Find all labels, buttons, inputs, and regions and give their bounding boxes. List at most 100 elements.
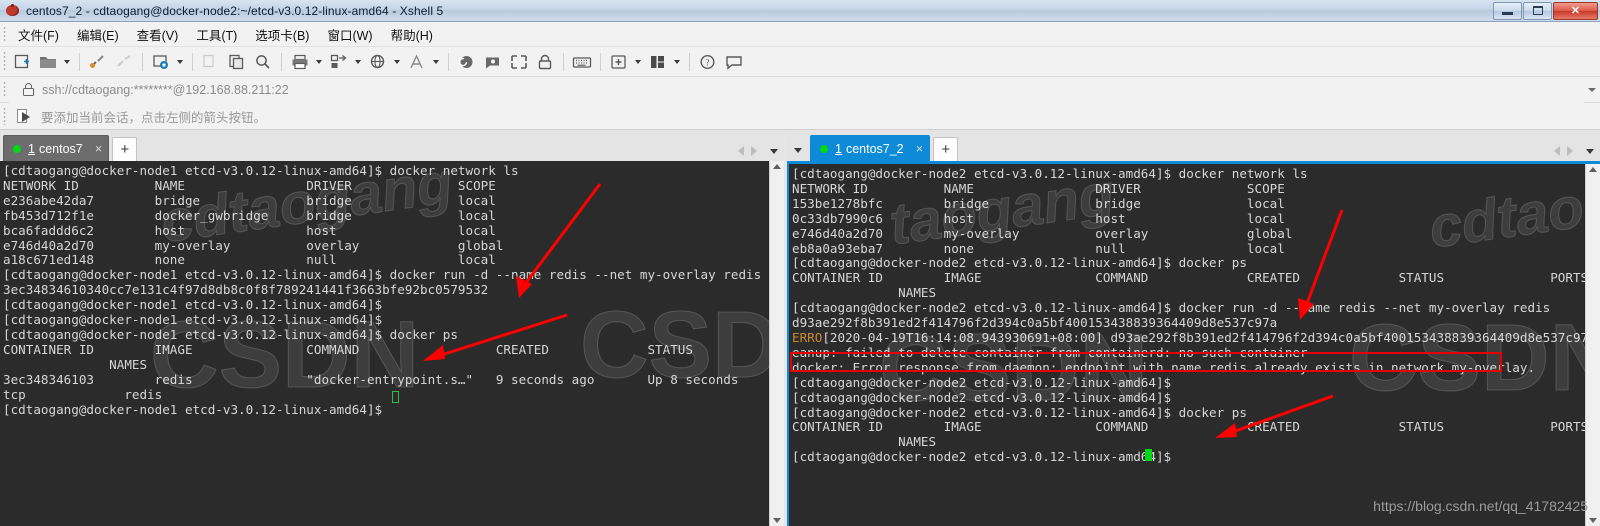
tab-scroll-right-icon[interactable] — [751, 146, 757, 156]
tab-scroll-left-icon[interactable] — [738, 146, 744, 156]
session-properties-icon[interactable] — [149, 50, 173, 74]
disconnect-icon[interactable] — [112, 50, 136, 74]
new-tab-icon[interactable] — [607, 50, 631, 74]
menu-file[interactable]: 文件(F) — [9, 22, 68, 47]
new-tab-dropdown-icon[interactable] — [632, 50, 643, 74]
web-icon[interactable] — [366, 50, 390, 74]
transfer-dropdown-icon[interactable] — [352, 50, 363, 74]
error-level-tag: ERRO — [792, 329, 823, 345]
print-dropdown-icon[interactable] — [313, 50, 324, 74]
terminal-text-right: [cdtaogang@docker-node2 etcd-v3.0.12-lin… — [792, 166, 1585, 465]
scrollbar-right[interactable] — [1585, 164, 1600, 526]
toolbar: ? — [0, 47, 1600, 77]
open-folder-icon[interactable] — [36, 50, 60, 74]
terminal-wrap-left: [cdtaogang@docker-node1 etcd-v3.0.12-lin… — [0, 161, 784, 526]
tab-nav-left — [738, 146, 778, 156]
layout-dropdown-icon[interactable] — [671, 50, 682, 74]
tab-index: 1 — [28, 141, 35, 156]
address-input[interactable]: ssh://cdtaogang:********@192.168.88.211:… — [9, 76, 1584, 103]
connect-icon[interactable] — [86, 50, 110, 74]
close-button[interactable]: ✕ — [1553, 1, 1598, 20]
address-value: ssh://cdtaogang:********@192.168.88.211:… — [42, 82, 289, 97]
tab-label: centos7 — [38, 141, 83, 156]
hint-gripper[interactable] — [0, 103, 9, 129]
new-tab-button-right[interactable]: + — [933, 137, 959, 161]
terminal-wrap-right: [cdtaogang@docker-node2 etcd-v3.0.12-lin… — [787, 161, 1600, 526]
fullscreen-icon[interactable] — [507, 50, 531, 74]
scroll-up-icon-right[interactable] — [1589, 167, 1597, 172]
menu-help[interactable]: 帮助(H) — [382, 22, 442, 47]
menu-tabs[interactable]: 选项卡(B) — [246, 22, 318, 47]
add-session-icon[interactable] — [17, 108, 34, 124]
tab-scroll-right-icon[interactable] — [1567, 146, 1573, 156]
toolbar-separator-8 — [689, 52, 690, 71]
transfer-icon[interactable] — [327, 50, 351, 74]
tab-status-dot — [820, 144, 828, 153]
toolbar-separator-2 — [142, 52, 143, 71]
chat-icon[interactable] — [481, 50, 505, 74]
tab-list-dropdown-icon-right-leading[interactable] — [794, 148, 802, 153]
font-dropdown-icon[interactable] — [430, 50, 441, 74]
tab-close-icon[interactable]: × — [95, 142, 103, 155]
toolbar-separator-4 — [281, 52, 282, 71]
tab-bar-left: 1 centos7 × + — [0, 130, 784, 161]
find-icon[interactable] — [251, 50, 275, 74]
copy-icon[interactable] — [199, 50, 223, 74]
scroll-up-icon-left[interactable] — [773, 164, 781, 169]
toolbar-separator-6 — [563, 52, 564, 71]
xshell-window: centos7_2 - cdtaogang@docker-node2:~/etc… — [0, 0, 1600, 526]
tab-list-dropdown-icon[interactable] — [770, 148, 778, 154]
pane-right: 1 centos7_2 × + [cdtaogang@docker-node2 … — [787, 130, 1600, 526]
tab-centos7[interactable]: 1 centos7 × — [3, 135, 110, 161]
terminal-cursor-left — [392, 391, 399, 403]
tab-scroll-left-icon[interactable] — [1554, 146, 1560, 156]
tab-centos7-2[interactable]: 1 centos7_2 × — [810, 135, 931, 161]
menu-gripper[interactable] — [0, 22, 9, 46]
terminal-text-right-part2: [2020-04-19T16:14:08.943930691+08:00] d9… — [792, 329, 1585, 465]
hint-bar: 要添加当前会话，点击左侧的箭头按钮。 — [0, 103, 1600, 130]
menu-edit[interactable]: 编辑(E) — [68, 22, 128, 47]
lock-screen-icon[interactable] — [533, 50, 557, 74]
blog-url-watermark: https://blog.csdn.net/qq_41782425 — [1373, 498, 1588, 514]
keyboard-icon[interactable] — [570, 50, 594, 74]
menu-view[interactable]: 查看(V) — [128, 22, 188, 47]
minimize-button[interactable] — [1493, 1, 1522, 20]
font-icon[interactable] — [405, 50, 429, 74]
comment-icon[interactable] — [722, 50, 746, 74]
new-tab-button-left[interactable]: + — [112, 137, 138, 161]
terminal-text-left: [cdtaogang@docker-node1 etcd-v3.0.12-lin… — [3, 163, 762, 417]
address-dropdown-icon[interactable] — [1584, 77, 1600, 103]
scrollbar-left[interactable] — [769, 161, 784, 526]
title-bar: centos7_2 - cdtaogang@docker-node2:~/etc… — [0, 0, 1600, 22]
terminal-left[interactable]: [cdtaogang@docker-node1 etcd-v3.0.12-lin… — [0, 161, 769, 526]
toolbar-separator-7 — [600, 52, 601, 71]
menu-bar: 文件(F) 编辑(E) 查看(V) 工具(T) 选项卡(B) 窗口(W) 帮助(… — [0, 22, 1600, 47]
layout-icon[interactable] — [646, 50, 670, 74]
scroll-down-icon-right[interactable] — [1589, 518, 1597, 523]
address-gripper[interactable] — [0, 77, 9, 102]
maximize-button[interactable] — [1523, 1, 1552, 20]
open-folder-dropdown-icon[interactable] — [61, 50, 72, 74]
help-icon[interactable]: ? — [696, 50, 720, 74]
tab-bar-right: 1 centos7_2 × + — [787, 130, 1600, 161]
web-dropdown-icon[interactable] — [391, 50, 402, 74]
toolbar-separator-5 — [448, 52, 449, 71]
window-title: centos7_2 - cdtaogang@docker-node2:~/etc… — [26, 3, 444, 18]
log-icon[interactable] — [455, 50, 479, 74]
toolbar-separator-1 — [79, 52, 80, 71]
terminal-right[interactable]: [cdtaogang@docker-node2 etcd-v3.0.12-lin… — [787, 164, 1585, 526]
print-icon[interactable] — [288, 50, 312, 74]
menu-window[interactable]: 窗口(W) — [318, 22, 381, 47]
tab-list-dropdown-icon[interactable] — [1586, 148, 1594, 154]
session-properties-dropdown-icon[interactable] — [174, 50, 185, 74]
menu-tools[interactable]: 工具(T) — [187, 22, 246, 47]
scroll-down-icon-left[interactable] — [773, 518, 781, 523]
paste-icon[interactable] — [225, 50, 249, 74]
toolbar-gripper[interactable] — [0, 47, 9, 76]
window-controls: ✕ — [1492, 0, 1598, 21]
terminal-panes: 1 centos7 × + [cdtaogang@docker-node1 et… — [0, 130, 1600, 526]
tab-close-icon[interactable]: × — [916, 142, 924, 155]
pane-left: 1 centos7 × + [cdtaogang@docker-node1 et… — [0, 130, 784, 526]
new-session-icon[interactable] — [10, 50, 34, 74]
xshell-icon — [5, 3, 21, 19]
